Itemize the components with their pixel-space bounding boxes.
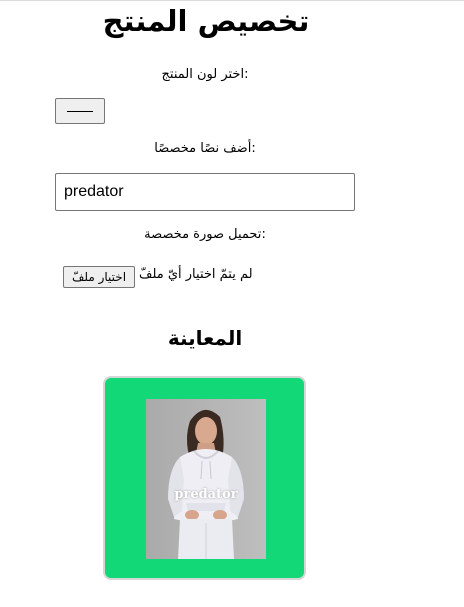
product-preview: predator — [103, 376, 306, 580]
custom-text-input[interactable] — [55, 173, 355, 211]
preview-overlay-text: predator — [174, 487, 238, 502]
top-border — [0, 0, 464, 1]
page-title: تخصيص المنتج — [102, 4, 310, 38]
choose-file-button[interactable]: اختيار ملفّ — [63, 266, 135, 288]
custom-text-label: أضف نصًا مخصصًا: — [154, 141, 256, 156]
color-swatch-icon — [67, 111, 93, 112]
color-picker-button[interactable] — [55, 98, 105, 124]
hoodie-model-image — [146, 399, 266, 559]
product-photo: predator — [146, 399, 266, 559]
file-status-text: لم يتمّ اختيار أيّ ملفّ — [139, 267, 253, 282]
preview-title: المعاينة — [167, 326, 243, 350]
color-label: اختر لون المنتج: — [161, 67, 249, 82]
image-upload-label: تحميل صورة مخصصة: — [144, 227, 266, 242]
